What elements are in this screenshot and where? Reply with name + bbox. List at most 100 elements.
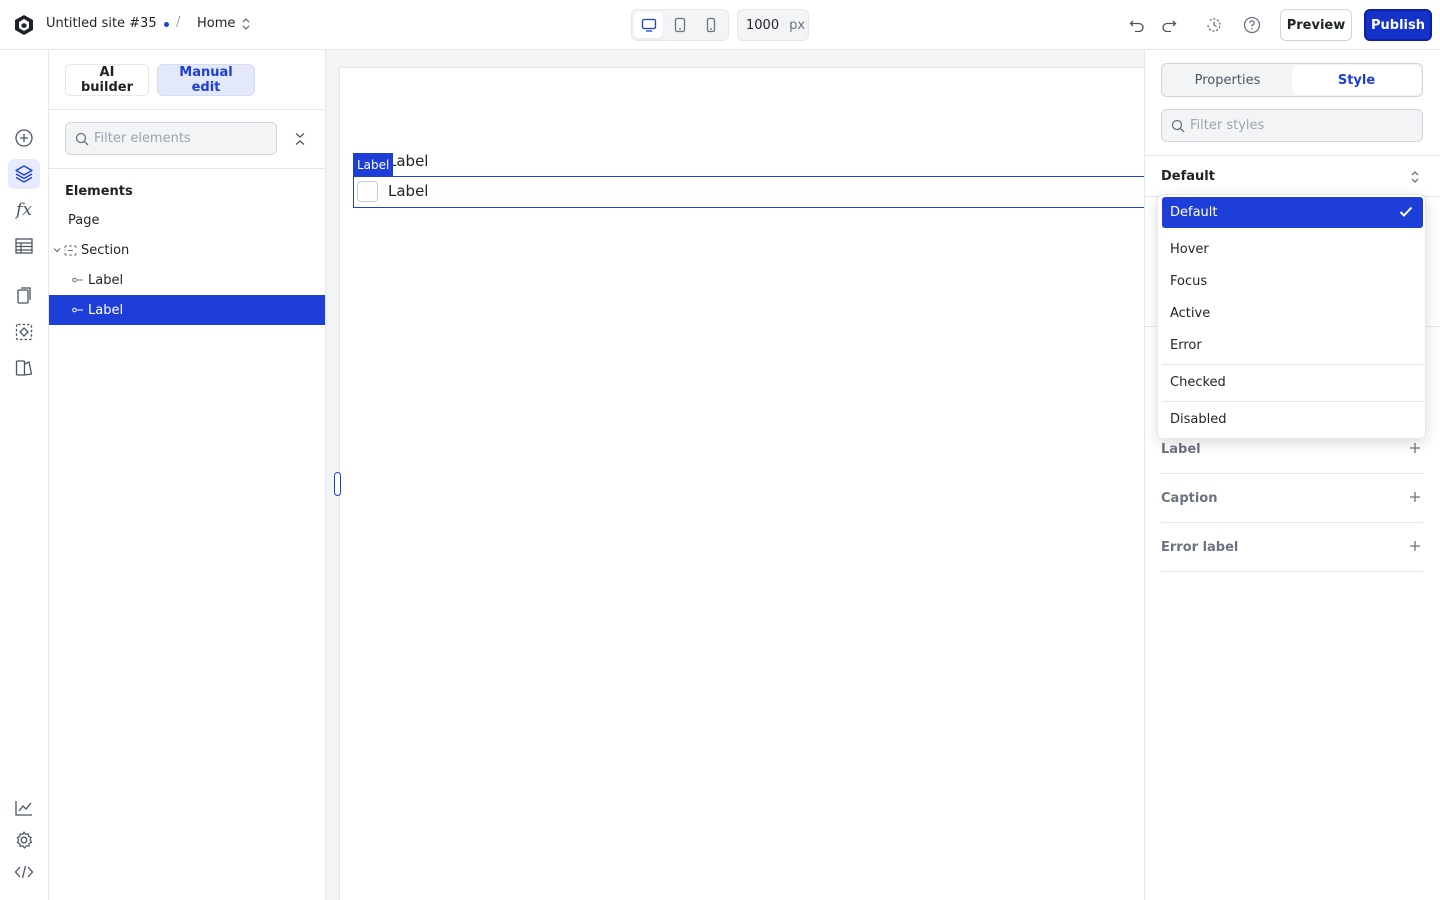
- elements-filter-row: [49, 110, 325, 169]
- code-button[interactable]: [8, 857, 40, 887]
- tree-item-label: Label: [88, 302, 124, 318]
- canvas-width-unit: px: [789, 17, 806, 33]
- state-option-label: Focus: [1170, 274, 1208, 289]
- layers-icon: [15, 165, 33, 183]
- data-tables-button[interactable]: [8, 231, 40, 261]
- components-button[interactable]: [8, 317, 40, 347]
- top-bar: Untitled site #35 / Home 1000 px Preview…: [0, 0, 1440, 50]
- redo-button[interactable]: [1157, 13, 1181, 37]
- tab-properties[interactable]: Properties: [1163, 65, 1292, 95]
- elements-filter-input[interactable]: [94, 123, 274, 154]
- theme-button[interactable]: [8, 353, 40, 383]
- canvas-checkbox-label[interactable]: Label: [388, 182, 428, 200]
- tablet-icon: [674, 17, 686, 33]
- tree-item-label: Label: [88, 272, 124, 288]
- tree-item-page[interactable]: Page: [49, 205, 325, 235]
- canvas-width-value: 1000: [746, 17, 780, 33]
- canvas-width-input[interactable]: 1000 px: [737, 9, 809, 41]
- state-option-checked[interactable]: Checked: [1162, 367, 1423, 398]
- chevron-up-down-icon: [1411, 171, 1419, 183]
- undo-button[interactable]: [1125, 13, 1149, 37]
- style-filter-input[interactable]: [1190, 110, 1410, 141]
- chevron-up-down-icon: [242, 17, 250, 30]
- ai-builder-button[interactable]: AI builder: [65, 64, 149, 96]
- history-icon: [1207, 18, 1221, 32]
- mobile-view-button[interactable]: [697, 12, 726, 38]
- state-selector[interactable]: Default: [1145, 155, 1440, 197]
- state-option-disabled[interactable]: Disabled: [1162, 404, 1423, 435]
- tree-item-label-1[interactable]: Label: [49, 265, 325, 295]
- analytics-button[interactable]: [8, 793, 40, 823]
- plus-icon[interactable]: [1409, 442, 1421, 454]
- manual-edit-button[interactable]: Manual edit: [157, 64, 255, 96]
- site-name[interactable]: Untitled site #35: [46, 16, 157, 31]
- inspector-tabs: Properties Style: [1161, 63, 1423, 97]
- unsaved-indicator: [164, 22, 169, 27]
- inspector-panel: Properties Style Default Label Caption E…: [1144, 50, 1440, 900]
- collapse-all-button[interactable]: [291, 130, 309, 148]
- code-icon: [14, 865, 34, 879]
- breadcrumb-separator: /: [176, 15, 181, 30]
- plus-icon[interactable]: [1409, 491, 1421, 503]
- tree-item-section[interactable]: Section: [49, 235, 325, 265]
- add-element-button[interactable]: [8, 123, 40, 153]
- preview-button[interactable]: Preview: [1280, 9, 1352, 41]
- state-option-label: Disabled: [1170, 412, 1227, 427]
- tree-item-label: Section: [81, 242, 130, 258]
- mobile-icon: [707, 17, 716, 33]
- canvas-checkbox[interactable]: [357, 181, 378, 202]
- history-button[interactable]: [1202, 13, 1226, 37]
- tree-item-label-2[interactable]: Label: [49, 295, 325, 325]
- tablet-view-button[interactable]: [665, 12, 694, 38]
- collapse-icon: [295, 133, 305, 145]
- page-selector-label: Home: [197, 16, 236, 31]
- state-selector-value: Default: [1161, 169, 1215, 184]
- component-icon: [15, 323, 33, 341]
- style-section-caption[interactable]: Caption: [1161, 474, 1423, 523]
- publish-button[interactable]: Publish: [1364, 9, 1432, 41]
- resize-handle[interactable]: [334, 472, 341, 496]
- state-option-focus[interactable]: Focus: [1162, 266, 1423, 297]
- state-option-hover[interactable]: Hover: [1162, 234, 1423, 265]
- label-element-icon: [72, 307, 83, 313]
- state-option-default[interactable]: Default: [1162, 197, 1423, 228]
- redo-icon: [1162, 20, 1177, 32]
- mode-bar: AI builder Manual edit: [49, 50, 326, 110]
- dropdown-separator: [1162, 364, 1423, 365]
- pages-button[interactable]: [8, 281, 40, 311]
- elements-title: Elements: [65, 184, 133, 199]
- state-option-active[interactable]: Active: [1162, 298, 1423, 329]
- app-logo-icon[interactable]: [13, 14, 35, 36]
- canvas-label-text[interactable]: Label: [388, 152, 428, 170]
- state-option-error[interactable]: Error: [1162, 330, 1423, 361]
- page-selector[interactable]: Home: [197, 16, 251, 31]
- help-icon: [1243, 16, 1261, 34]
- settings-button[interactable]: [8, 825, 40, 855]
- selected-element-outline[interactable]: [353, 176, 1153, 208]
- style-section-title: Label: [1161, 442, 1201, 457]
- style-section-title: Caption: [1161, 491, 1218, 506]
- help-button[interactable]: [1240, 13, 1264, 37]
- state-option-label: Active: [1170, 306, 1211, 321]
- layers-button[interactable]: [8, 159, 40, 189]
- state-dropdown-menu: Default Hover Focus Active Error Checked…: [1157, 194, 1426, 439]
- state-option-label: Default: [1170, 205, 1218, 220]
- search-icon: [75, 132, 89, 146]
- pages-icon: [17, 287, 31, 304]
- tree-item-label: Page: [68, 212, 100, 228]
- state-option-label: Checked: [1170, 375, 1226, 390]
- plus-icon[interactable]: [1409, 540, 1421, 552]
- functions-button[interactable]: fx: [8, 195, 40, 225]
- tab-style[interactable]: Style: [1292, 65, 1421, 95]
- desktop-icon: [641, 18, 656, 32]
- dropdown-separator: [1162, 401, 1423, 402]
- plus-circle-icon: [15, 129, 33, 147]
- search-icon: [1171, 119, 1185, 133]
- style-section-error-label[interactable]: Error label: [1161, 523, 1423, 572]
- state-option-label: Hover: [1170, 242, 1209, 257]
- chevron-down-icon[interactable]: [53, 246, 61, 254]
- selected-element-tag: Label: [353, 153, 394, 176]
- table-icon: [15, 238, 33, 254]
- function-fx-icon: fx: [16, 200, 32, 220]
- desktop-view-button[interactable]: [634, 12, 664, 38]
